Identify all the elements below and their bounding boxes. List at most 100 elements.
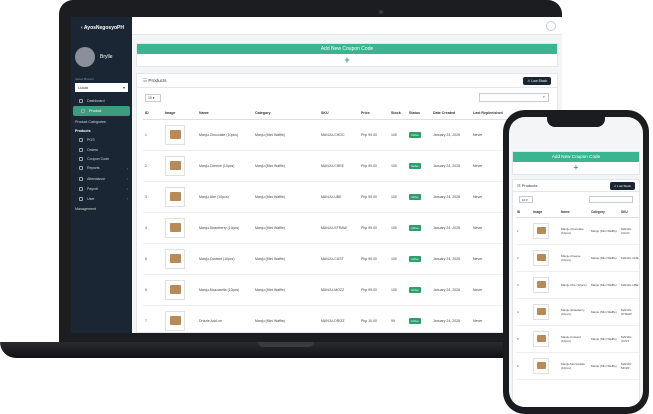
cell-price: Php 10.00 (359, 305, 389, 332)
wallet-icon (79, 186, 83, 191)
cell-sku: MANJU-CUST (319, 243, 359, 275)
column-header[interactable]: Price (359, 107, 389, 120)
column-header[interactable]: Name (197, 107, 253, 120)
search-icon: ⌕ (542, 94, 545, 99)
add-coupon-button[interactable]: + (137, 54, 557, 66)
phone-add-coupon-button[interactable]: + (513, 162, 639, 174)
product-thumbnail (533, 303, 549, 320)
sidebar-item-orders[interactable]: Orders (71, 145, 132, 154)
sidebar-item-management[interactable]: Management (71, 204, 132, 213)
chevron-right-icon: › (126, 176, 128, 182)
status-badge: Active (409, 193, 421, 200)
phone-coupon-title: Add New Coupon Code (513, 152, 639, 162)
product-image (536, 308, 546, 315)
cell-image (163, 181, 197, 213)
column-header[interactable]: Stock (389, 107, 407, 120)
product-image (169, 254, 181, 263)
sidebar-item-pos[interactable]: POS (71, 136, 132, 145)
cell-category: Manju (Mini Waffle) (253, 150, 319, 182)
products-table: ID Image Name Category SKU Price Stock Status Da… (143, 107, 557, 332)
product-thumbnail (165, 155, 185, 176)
sidebar-item-products[interactable]: Products (71, 127, 132, 136)
cell-name: Manju-Cheese (10pcs) (560, 244, 590, 272)
cell-price: Php 99.00 (359, 243, 389, 275)
table-row[interactable]: 6 Manju-Mozzarella (10pcs) Manju (Mini Waf… (143, 274, 557, 306)
phone-search-input[interactable] (589, 196, 633, 203)
user-profile[interactable]: Brylle (71, 41, 132, 73)
cell-name: Manju-Mozzarella (10pcs) (560, 352, 590, 380)
phone-table-row[interactable]: 3 Manju-Ube (10pcs) Manju (Mini Waffle) MAN… (516, 271, 639, 299)
table-row[interactable]: 4 Manju-Strawberry (10pcs) Manju (Mini Waf… (143, 212, 557, 244)
phone-table-row[interactable]: 2 Manju-Cheese (10pcs) Manju (Mini Waffle)… (516, 244, 639, 272)
table-row[interactable]: 2 Manju-Cheese (10pcs) Manju (Mini Waffle)… (143, 150, 557, 182)
product-image (536, 227, 546, 234)
sidebar-item-attendance[interactable]: Attendance › (71, 174, 132, 184)
low-stock-label: Low Stock (531, 78, 547, 83)
product-image (536, 281, 546, 288)
chevron-down-icon: ▾ (122, 85, 125, 90)
cell-sku: MANJU-STRAW (319, 212, 359, 244)
sidebar-item-product-categories[interactable]: Product Categories (71, 117, 132, 126)
phone-column-header[interactable]: Image (532, 207, 560, 218)
phone-table-row[interactable]: 1 Manju-Chocolate (10pcs) Manju (Mini Waff… (516, 217, 639, 245)
phone-table-row[interactable]: 5 Manju-Custard (10pcs) Manju (Mini Waffle… (516, 325, 639, 353)
cell-price: Php 99.00 (359, 212, 389, 244)
column-header[interactable]: Image (163, 107, 197, 120)
column-header[interactable]: SKU (319, 107, 359, 120)
sidebar-item-payroll[interactable]: Payroll › (71, 184, 132, 194)
status-badge: Active (409, 255, 421, 262)
table-row[interactable]: 1 Manju-Chocolate (10pcs) Manju (Mini Waff… (143, 119, 557, 151)
cell-date-created: January 24, 2026 (431, 212, 471, 244)
table-row[interactable]: 5 Manju-Custard (10pcs) Manju (Mini Waffle… (143, 243, 557, 275)
search-input[interactable]: ⌕ (479, 93, 549, 102)
column-header[interactable]: Category (253, 107, 319, 120)
cell-category: Manju (Mini Waffle) (590, 325, 620, 353)
sidebar-item-reports[interactable]: Reports › (71, 163, 132, 173)
table-row[interactable]: 3 Manju-Ube (10pcs) Manju (Mini Waffle) MAN… (143, 181, 557, 213)
dashboard-icon (79, 98, 83, 103)
sidebar-item-coupon-code[interactable]: Coupon Code (71, 154, 132, 163)
cell-sku: MANJU-CHE (620, 244, 639, 272)
column-header[interactable]: Status (407, 107, 431, 120)
profile-avatar[interactable] (546, 21, 556, 31)
phone-column-header[interactable]: Category (590, 207, 620, 218)
cell-name: Manju-Ube (10pcs) (197, 181, 253, 213)
sidebar-item-label: Products (75, 129, 91, 134)
cell-id: 4 (516, 298, 532, 326)
page-length-select[interactable]: 10 ▾ (145, 93, 161, 102)
low-stock-button[interactable]: ⚠ Low Stock (523, 76, 551, 85)
sidebar-item-dashboard[interactable]: Dashboard (71, 96, 132, 105)
branch-label: Select Branch (75, 77, 94, 81)
product-thumbnail (533, 357, 549, 374)
phone-screen: Add New Coupon Code + ☷ Products ⚠ Low S… (509, 117, 643, 407)
cell-price: Php 99.00 (359, 181, 389, 213)
product-image (169, 285, 181, 294)
phone-page-length-select[interactable]: 10 ▾ (519, 196, 533, 203)
sidebar-item-user[interactable]: User › (71, 194, 132, 204)
cell-image (163, 119, 197, 151)
table-row[interactable]: 7 Drizzle Add-on Manju (Mini Waffle) MANJU-… (143, 305, 557, 332)
brand-label: AyosNegosyoPH (83, 25, 124, 31)
brand-title[interactable]: ‹ AyosNegosyoPH (71, 17, 132, 41)
sidebar-item-product[interactable]: Product › (73, 106, 130, 117)
column-header[interactable]: Date Created (431, 107, 471, 120)
phone-table-row[interactable]: 4 Manju-Strawberry (10pcs) Manju (Mini Waf… (516, 298, 639, 326)
phone-table-row[interactable]: 6 Manju-Mozzarella (10pcs) Manju (Mini Waf… (516, 352, 639, 380)
phone-column-header[interactable]: SKU (620, 207, 639, 218)
cell-image (163, 274, 197, 306)
cell-id: 1 (143, 119, 163, 151)
cell-sku: MANJU-UBE (620, 271, 639, 299)
branch-select[interactable]: Lucat ▾ (75, 83, 128, 92)
phone-column-header[interactable]: Name (560, 207, 590, 218)
phone-low-stock-button[interactable]: ⚠ Low Stock (609, 181, 635, 190)
chart-icon (79, 166, 83, 171)
phone-column-header[interactable]: ID (516, 207, 532, 218)
product-thumbnail (165, 124, 185, 145)
camera-icon (379, 10, 383, 14)
device-mockup: ‹ AyosNegosyoPH Brylle Select Branch Luc… (0, 0, 653, 414)
cell-sku: MANJU-CUST (620, 325, 639, 353)
cell-sku: MANJU-CHOC (620, 217, 639, 245)
cell-name: Manju-Chocolate (10pcs) (560, 217, 590, 245)
column-header[interactable]: ID (143, 107, 163, 120)
chevron-right-icon: › (126, 186, 128, 192)
